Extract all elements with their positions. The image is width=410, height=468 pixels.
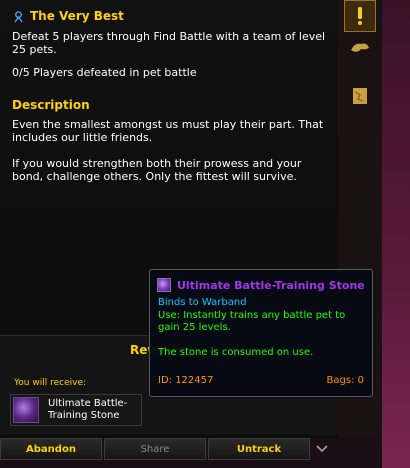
description-paragraph-1: Even the smallest amongst us must play t… [12, 118, 324, 144]
you-will-receive-label: You will receive: [14, 378, 87, 388]
reward-item[interactable]: Ultimate Battle-Training Stone [10, 394, 142, 426]
pet-tab[interactable] [344, 32, 376, 64]
untrack-button[interactable]: Untrack [208, 438, 310, 460]
training-stone-icon [13, 397, 39, 423]
item-tooltip: Ultimate Battle-Training Stone Binds to … [149, 269, 373, 397]
tooltip-binds: Binds to Warband [158, 297, 247, 308]
alert-tab[interactable] [344, 0, 376, 32]
share-button[interactable]: Share [104, 438, 206, 460]
quest-title-text: The Very Best [30, 9, 124, 23]
quest-objective: Defeat 5 players through Find Battle wit… [12, 30, 326, 56]
tooltip-bag-count: Bags: 0 [326, 375, 364, 386]
pet-icon [351, 43, 369, 52]
training-stone-icon [157, 278, 171, 292]
description-heading: Description [12, 98, 90, 112]
tooltip-item-name: Ultimate Battle-Training Stone [177, 279, 365, 292]
map-icon [353, 88, 367, 104]
tooltip-item-id: ID: 122457 [158, 375, 214, 386]
quest-progress: 0/5 Players defeated in pet battle [12, 66, 197, 79]
tooltip-consumed-text: The stone is consumed on use. [158, 347, 314, 358]
background-rail [382, 0, 410, 468]
quest-button-bar: Abandon Share Untrack [0, 438, 338, 460]
quest-title: The Very Best [12, 9, 124, 23]
chevron-down-icon[interactable] [313, 440, 331, 458]
tooltip-use-text: Use: Instantly trains any battle pet to … [158, 310, 346, 333]
exclamation-icon [358, 7, 362, 25]
reward-item-name: Ultimate Battle-Training Stone [48, 398, 128, 421]
abandon-button[interactable]: Abandon [0, 438, 102, 460]
map-tab[interactable] [344, 80, 376, 112]
description-paragraph-2: If you would strengthen both their prowe… [12, 157, 302, 183]
quest-icon [14, 10, 23, 22]
